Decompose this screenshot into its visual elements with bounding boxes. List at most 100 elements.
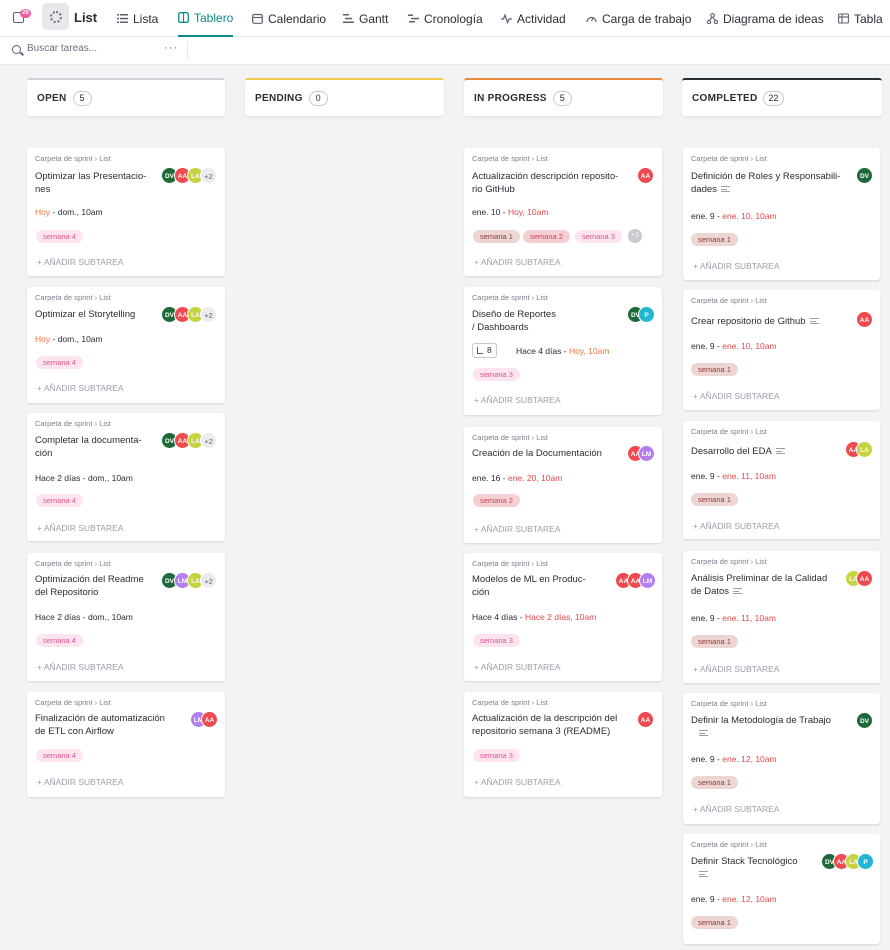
more-options-icon[interactable]: ··· (164, 42, 178, 54)
task-title[interactable]: Modelos de ML en Produc-ción (472, 573, 586, 599)
task-card[interactable]: Carpeta de sprint › List Crear repositor… (683, 290, 880, 410)
tab-carga-de-trabajo[interactable]: Carga de trabajo (586, 0, 691, 37)
tag-semana-1[interactable]: semana 1 (691, 233, 738, 246)
assignees[interactable]: AA AA LM (615, 572, 657, 590)
task-dates[interactable]: Hace 2 días - dom., 10am (35, 612, 133, 622)
tag-semana-4[interactable]: semana 4 (36, 749, 83, 762)
tag-semana-1[interactable]: semana 1 (691, 635, 738, 648)
add-subtask-button[interactable]: + AÑADIR SUBTAREA (37, 257, 124, 267)
tab-actividad[interactable]: Actividad (501, 0, 566, 37)
column-header-completed[interactable]: COMPLETED 22 (682, 78, 882, 116)
tab-diagrama-de-ideas[interactable]: Diagrama de ideas (706, 0, 824, 37)
tag-semana-4[interactable]: semana 4 (36, 634, 83, 647)
task-card[interactable]: Carpeta de sprint › List Diseño de Repor… (464, 287, 662, 415)
assignees[interactable]: DV LM LA +2 (161, 572, 217, 590)
add-subtask-button[interactable]: + AÑADIR SUBTAREA (37, 523, 124, 533)
more-tags-badge[interactable]: +1 (628, 229, 642, 243)
task-dates[interactable]: ene. 9 - ene. 11, 10am (691, 471, 776, 481)
add-subtask-button[interactable]: + AÑADIR SUBTAREA (474, 777, 561, 787)
space-icon[interactable] (42, 3, 69, 30)
task-card[interactable]: Carpeta de sprint › List Creación de la … (464, 427, 662, 543)
task-dates[interactable]: Hace 2 días - dom., 10am (35, 473, 133, 483)
task-title[interactable]: Actualización de la descripción del repos… (472, 712, 617, 738)
assignees[interactable]: LA AA (845, 570, 875, 588)
column-header-pending[interactable]: PENDING 0 (245, 78, 444, 116)
tag-semana-1[interactable]: semana 1 (691, 493, 738, 506)
task-title[interactable]: Diseño de Reportes / Dashboards (472, 308, 556, 334)
assignees[interactable]: AA LM (627, 445, 657, 463)
assignees[interactable]: DV AA LA P (821, 853, 877, 871)
task-dates[interactable]: Hoy - dom., 10am (35, 334, 103, 344)
task-title[interactable]: Optimización del Readme del Repositorio (35, 573, 144, 599)
subtask-count[interactable]: 8 (472, 343, 497, 358)
assignees[interactable]: AA (637, 711, 657, 729)
task-dates[interactable]: Hoy - dom., 10am (35, 207, 103, 217)
task-dates[interactable]: Hace 4 días - Hace 2 días, 10am (472, 612, 596, 622)
tab-tablero[interactable]: Tablero (178, 0, 234, 37)
task-card[interactable]: Carpeta de sprint › List Optimizar el St… (27, 287, 225, 403)
add-subtask-button[interactable]: + AÑADIR SUBTAREA (37, 383, 124, 393)
tab-calendario[interactable]: Calendario (252, 0, 326, 37)
assignees[interactable]: AA (856, 311, 876, 329)
task-card[interactable]: Carpeta de sprint › List Definir la Meto… (683, 693, 880, 824)
task-card[interactable]: Carpeta de sprint › List Optimizar las P… (27, 148, 225, 276)
assignees[interactable]: DV P (627, 306, 657, 324)
task-title[interactable]: Análisis Preliminar de la Calidad de Dato… (691, 572, 827, 598)
task-card[interactable]: Carpeta de sprint › List Actualización d… (464, 692, 662, 797)
task-card[interactable]: Carpeta de sprint › List Completar la do… (27, 413, 225, 541)
task-title[interactable]: Desarrollo del EDA (691, 445, 785, 458)
add-subtask-button[interactable]: + AÑADIR SUBTAREA (37, 777, 124, 787)
tag-semana-3[interactable]: semana 3 (575, 230, 622, 243)
task-dates[interactable]: ene. 9 - ene. 11, 10am (691, 613, 776, 623)
assignees[interactable]: AA LA (845, 441, 875, 459)
tag-semana-2[interactable]: semana 2 (523, 230, 570, 243)
task-card[interactable]: Carpeta de sprint › List Finalización de… (27, 692, 225, 797)
task-card[interactable]: Carpeta de sprint › List Actualización d… (464, 148, 662, 276)
task-title[interactable]: Finalización de automatización de ETL con… (35, 712, 165, 738)
task-title[interactable]: Optimizar las Presentacio-nes (35, 170, 146, 196)
add-subtask-button[interactable]: + AÑADIR SUBTAREA (693, 261, 780, 271)
tag-semana-3[interactable]: semana 3 (473, 368, 520, 381)
task-dates[interactable]: ene. 9 - ene. 10, 10am (691, 211, 777, 221)
task-card[interactable]: Carpeta de sprint › List Análisis Prelim… (683, 551, 880, 683)
tag-semana-4[interactable]: semana 4 (36, 494, 83, 507)
task-dates[interactable]: ene. 10 - Hoy, 10am (472, 207, 548, 217)
task-card[interactable]: Carpeta de sprint › List Desarrollo del … (683, 421, 880, 539)
tag-semana-4[interactable]: semana 4 (36, 356, 83, 369)
assignees[interactable]: DV AA LA +2 (161, 167, 217, 185)
task-dates[interactable]: ene. 9 - ene. 12, 10am (691, 894, 777, 904)
task-title[interactable]: Creación de la Documentación (472, 447, 602, 460)
column-header-in-progress[interactable]: IN PROGRESS 5 (464, 78, 663, 116)
tag-semana-3[interactable]: semana 3 (473, 749, 520, 762)
add-subtask-button[interactable]: + AÑADIR SUBTAREA (37, 662, 124, 672)
task-title[interactable]: Optimizar el Storytelling (35, 308, 135, 321)
tag-semana-1[interactable]: semana 1 (473, 230, 520, 243)
tag-semana-2[interactable]: semana 2 (473, 494, 520, 507)
task-card[interactable]: Carpeta de sprint › List Modelos de ML e… (464, 553, 662, 681)
task-title[interactable]: Actualización descripción reposito-rio G… (472, 170, 618, 196)
task-dates[interactable]: ene. 9 - ene. 12, 10am (691, 754, 777, 764)
tag-semana-1[interactable]: semana 1 (691, 916, 738, 929)
tag-semana-1[interactable]: semana 1 (691, 363, 738, 376)
tab-tabla[interactable]: Tabla (838, 0, 883, 37)
add-subtask-button[interactable]: + AÑADIR SUBTAREA (474, 662, 561, 672)
add-subtask-button[interactable]: + AÑADIR SUBTAREA (693, 804, 780, 814)
tag-semana-4[interactable]: semana 4 (36, 230, 83, 243)
task-card[interactable]: Carpeta de sprint › List Definición de R… (683, 148, 880, 280)
assignees[interactable]: DV (856, 167, 876, 185)
add-subtask-button[interactable]: + AÑADIR SUBTAREA (693, 664, 780, 674)
task-title[interactable]: Definición de Roles y Responsabili-dades (691, 170, 840, 196)
assignees[interactable]: LM AA (190, 711, 220, 729)
task-dates[interactable]: Hace 4 días - Hoy, 10am (516, 346, 609, 356)
tag-semana-1[interactable]: semana 1 (691, 776, 738, 789)
assignees[interactable]: DV AA LA +2 (161, 306, 217, 324)
task-title[interactable]: Definir Stack Tecnológico (691, 855, 798, 881)
assignees[interactable]: DV (856, 712, 876, 730)
add-subtask-button[interactable]: + AÑADIR SUBTAREA (693, 521, 780, 531)
add-subtask-button[interactable]: + AÑADIR SUBTAREA (474, 257, 561, 267)
task-card[interactable]: Carpeta de sprint › List Optimización de… (27, 553, 225, 681)
add-subtask-button[interactable]: + AÑADIR SUBTAREA (474, 395, 561, 405)
add-subtask-button[interactable]: + AÑADIR SUBTAREA (474, 524, 561, 534)
assignees[interactable]: DV AA LA +2 (161, 432, 217, 450)
add-subtask-button[interactable]: + AÑADIR SUBTAREA (693, 391, 780, 401)
